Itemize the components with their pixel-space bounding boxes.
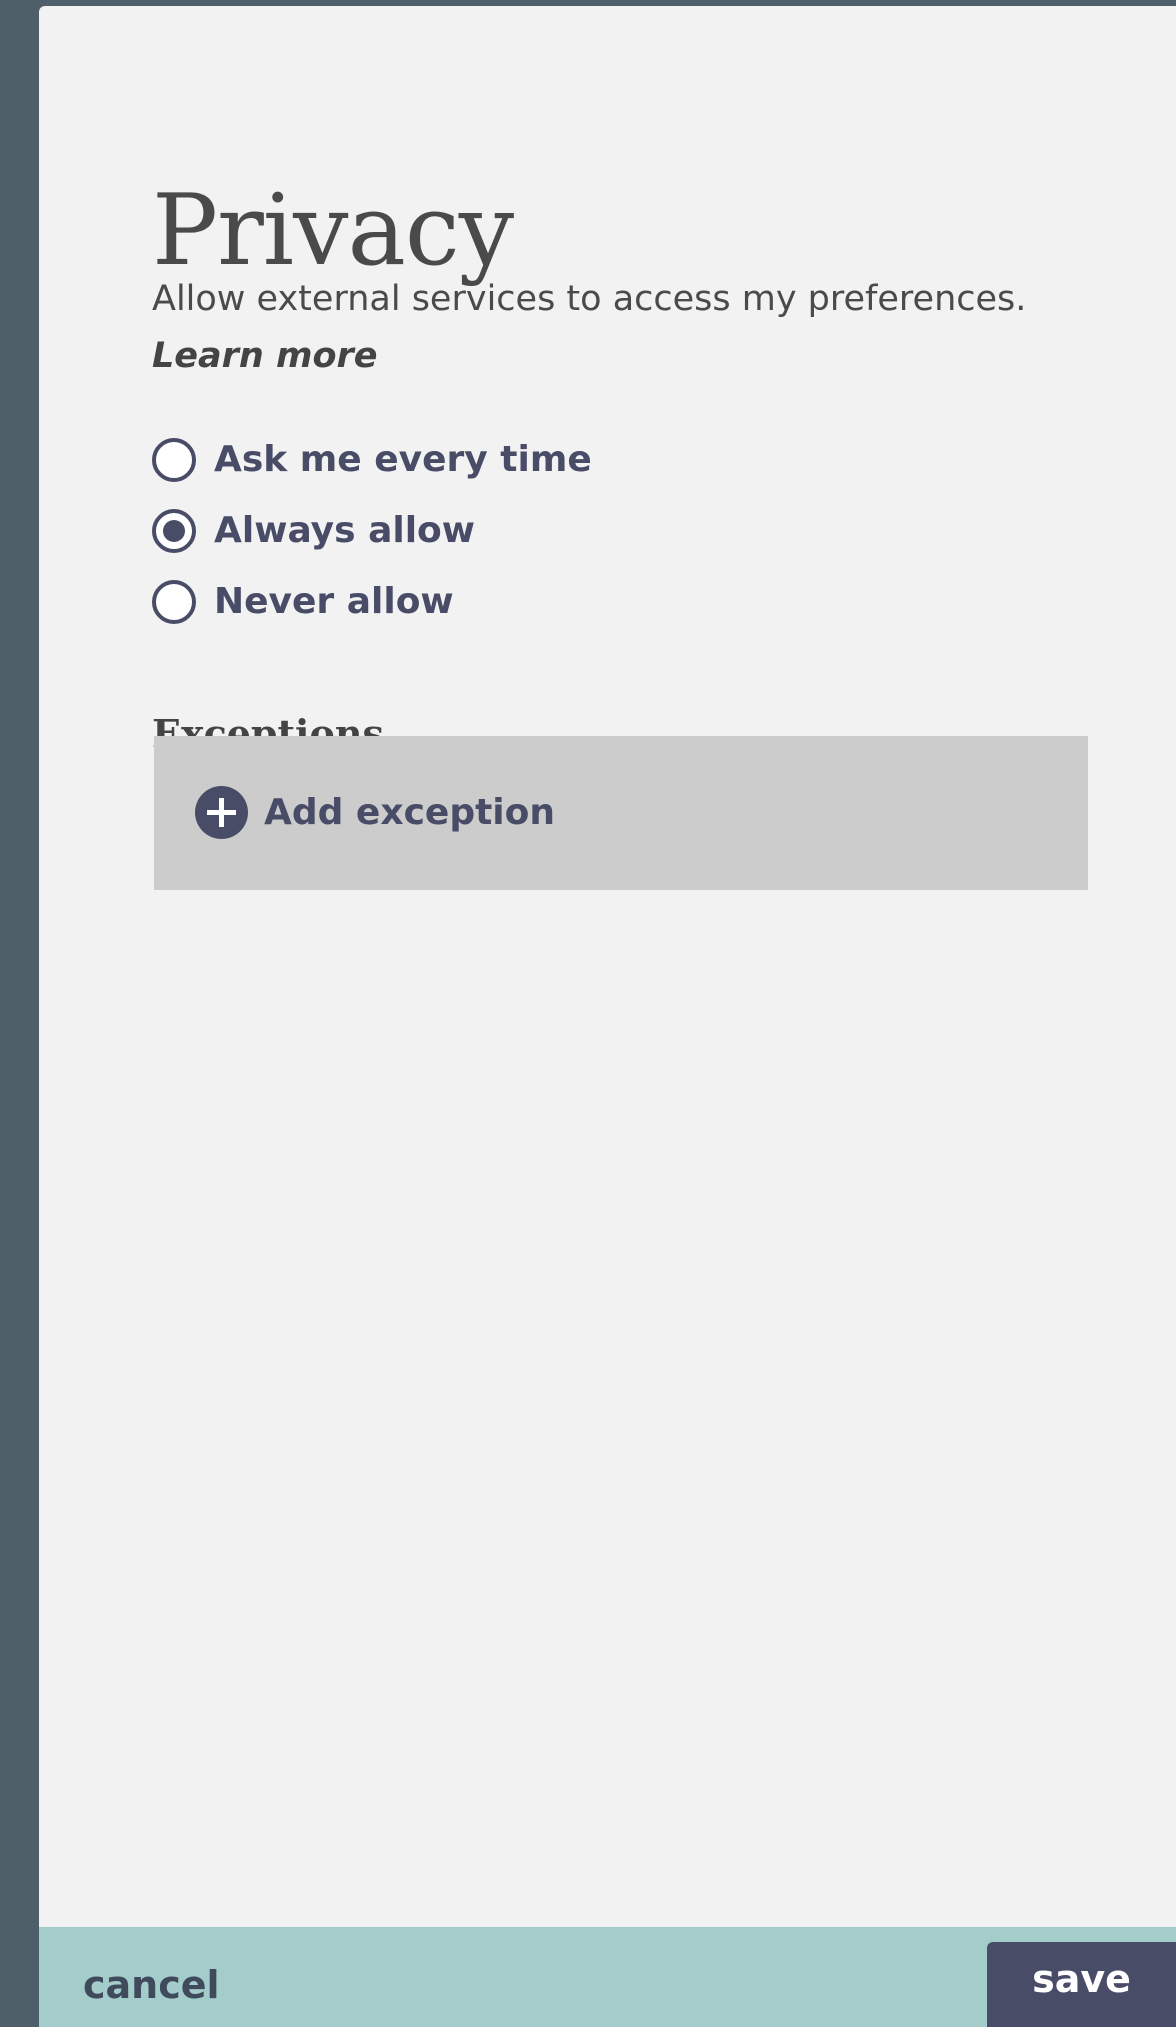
radio-button[interactable] [152,508,196,553]
cancel-button[interactable]: cancel [83,1963,220,2007]
radio-label: Never allow [214,581,454,622]
permission-radio-group: Ask me every time Always allow Never all… [152,424,592,637]
radio-option-never-allow[interactable]: Never allow [152,566,592,637]
privacy-description: Allow external services to access my pre… [152,279,1027,319]
privacy-panel: Privacy Allow external services to acces… [39,6,1176,2027]
radio-option-always-allow[interactable]: Always allow [152,495,592,566]
plus-circle-icon [195,786,248,839]
exceptions-container: Add exception [154,736,1088,890]
radio-button[interactable] [152,437,196,482]
radio-label: Ask me every time [214,439,592,480]
radio-option-ask-every-time[interactable]: Ask me every time [152,424,592,495]
radio-button[interactable] [152,579,196,624]
page-title: Privacy [152,173,514,288]
action-footer: cancel save [39,1927,1176,2027]
add-exception-button[interactable]: Add exception [195,786,555,839]
add-exception-label: Add exception [264,792,556,833]
radio-label: Always allow [214,510,476,551]
learn-more-link[interactable]: Learn more [152,336,378,376]
save-button[interactable]: save [987,1942,1176,2027]
